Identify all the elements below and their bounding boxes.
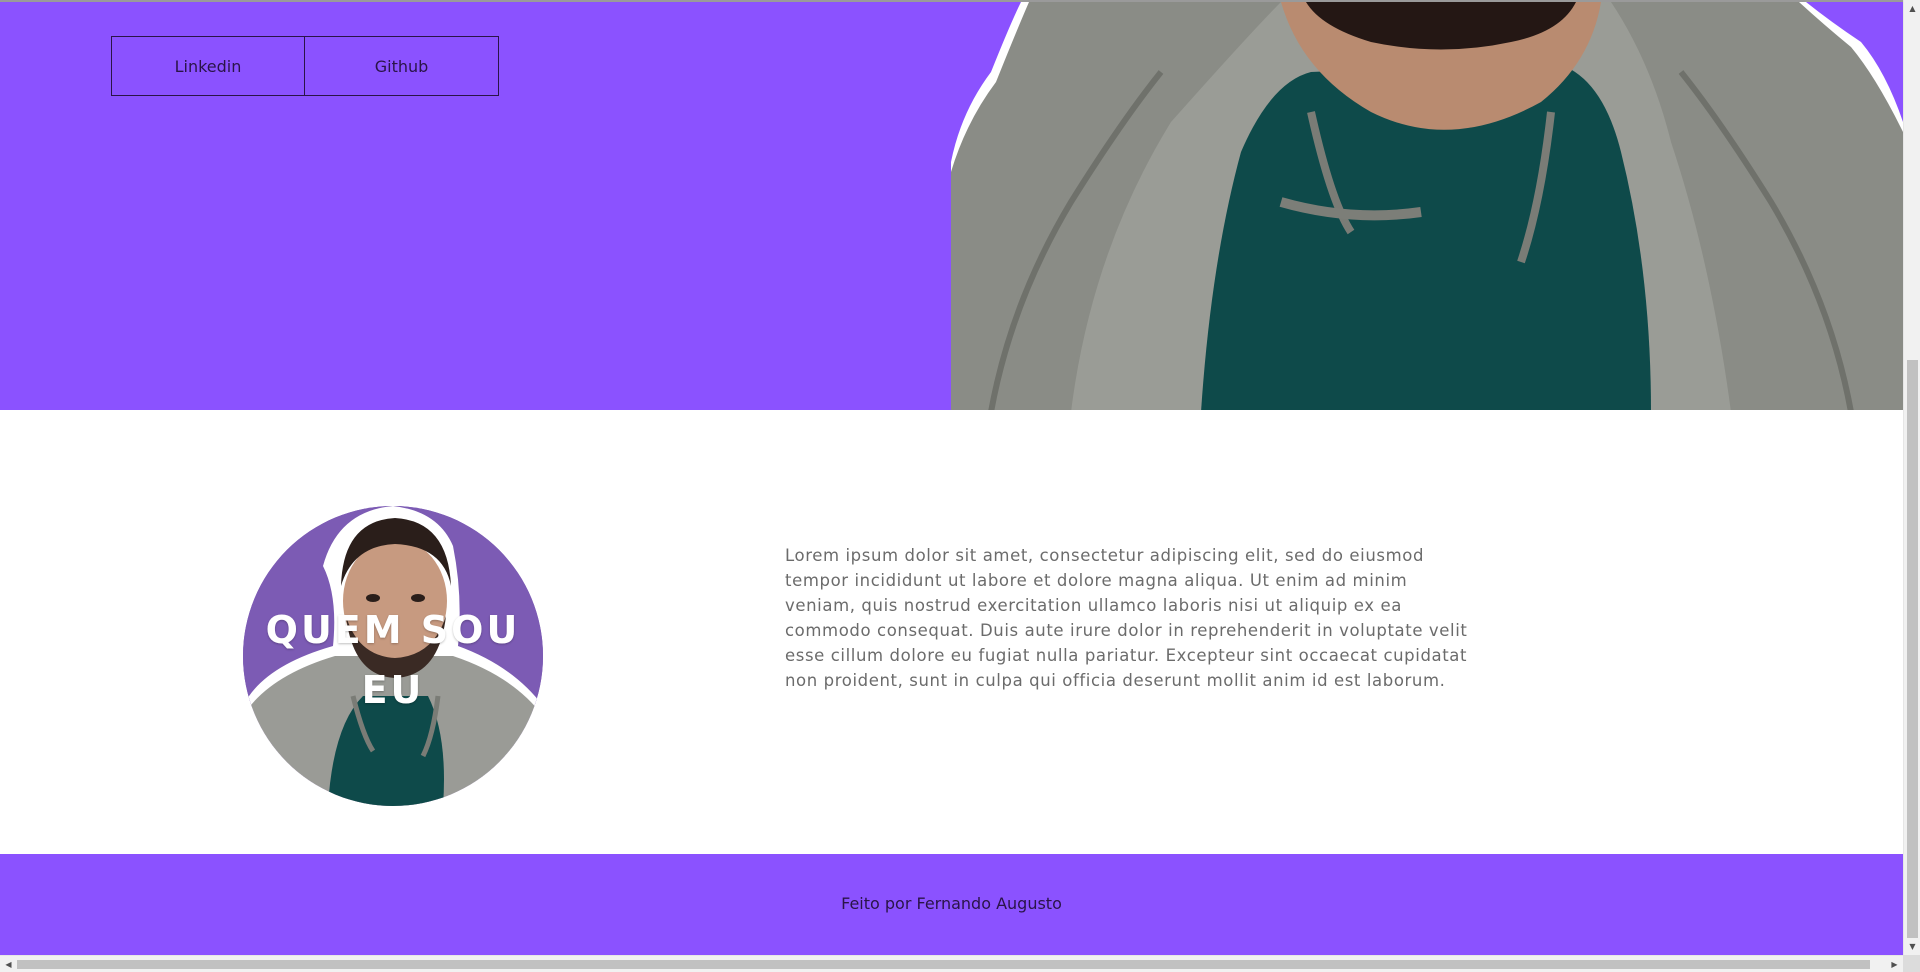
about-section: QUEM SOU EU Lorem ipsum dolor sit amet, … — [0, 410, 1903, 854]
vertical-scrollbar[interactable]: ▲ ▼ — [1903, 0, 1920, 955]
scroll-right-arrow-icon[interactable]: ▶ — [1886, 956, 1903, 972]
scroll-down-arrow-icon[interactable]: ▼ — [1904, 938, 1920, 955]
scroll-up-arrow-icon[interactable]: ▲ — [1904, 0, 1920, 17]
about-title: QUEM SOU EU — [265, 608, 521, 712]
scroll-left-arrow-icon[interactable]: ◀ — [0, 956, 17, 972]
github-button[interactable]: Github — [305, 36, 499, 96]
scrollbar-corner — [1903, 955, 1920, 972]
horizontal-scrollbar[interactable]: ◀ ▶ — [0, 955, 1903, 972]
hero-section: Linkedin Github — [0, 0, 1903, 412]
horizontal-scroll-thumb[interactable] — [17, 960, 1870, 969]
footer-credit: Feito por Fernando Augusto — [841, 894, 1062, 913]
person-photo-image — [951, 2, 1903, 412]
footer: Feito por Fernando Augusto — [0, 854, 1903, 955]
hero-person-photo — [951, 2, 1903, 412]
vertical-scroll-thumb[interactable] — [1907, 360, 1918, 938]
about-description: Lorem ipsum dolor sit amet, consectetur … — [785, 546, 1468, 690]
page: Linkedin Github QUEM SOU EU Lorem ipsum … — [0, 0, 1903, 955]
linkedin-button[interactable]: Linkedin — [111, 36, 305, 96]
social-links: Linkedin Github — [111, 36, 499, 96]
